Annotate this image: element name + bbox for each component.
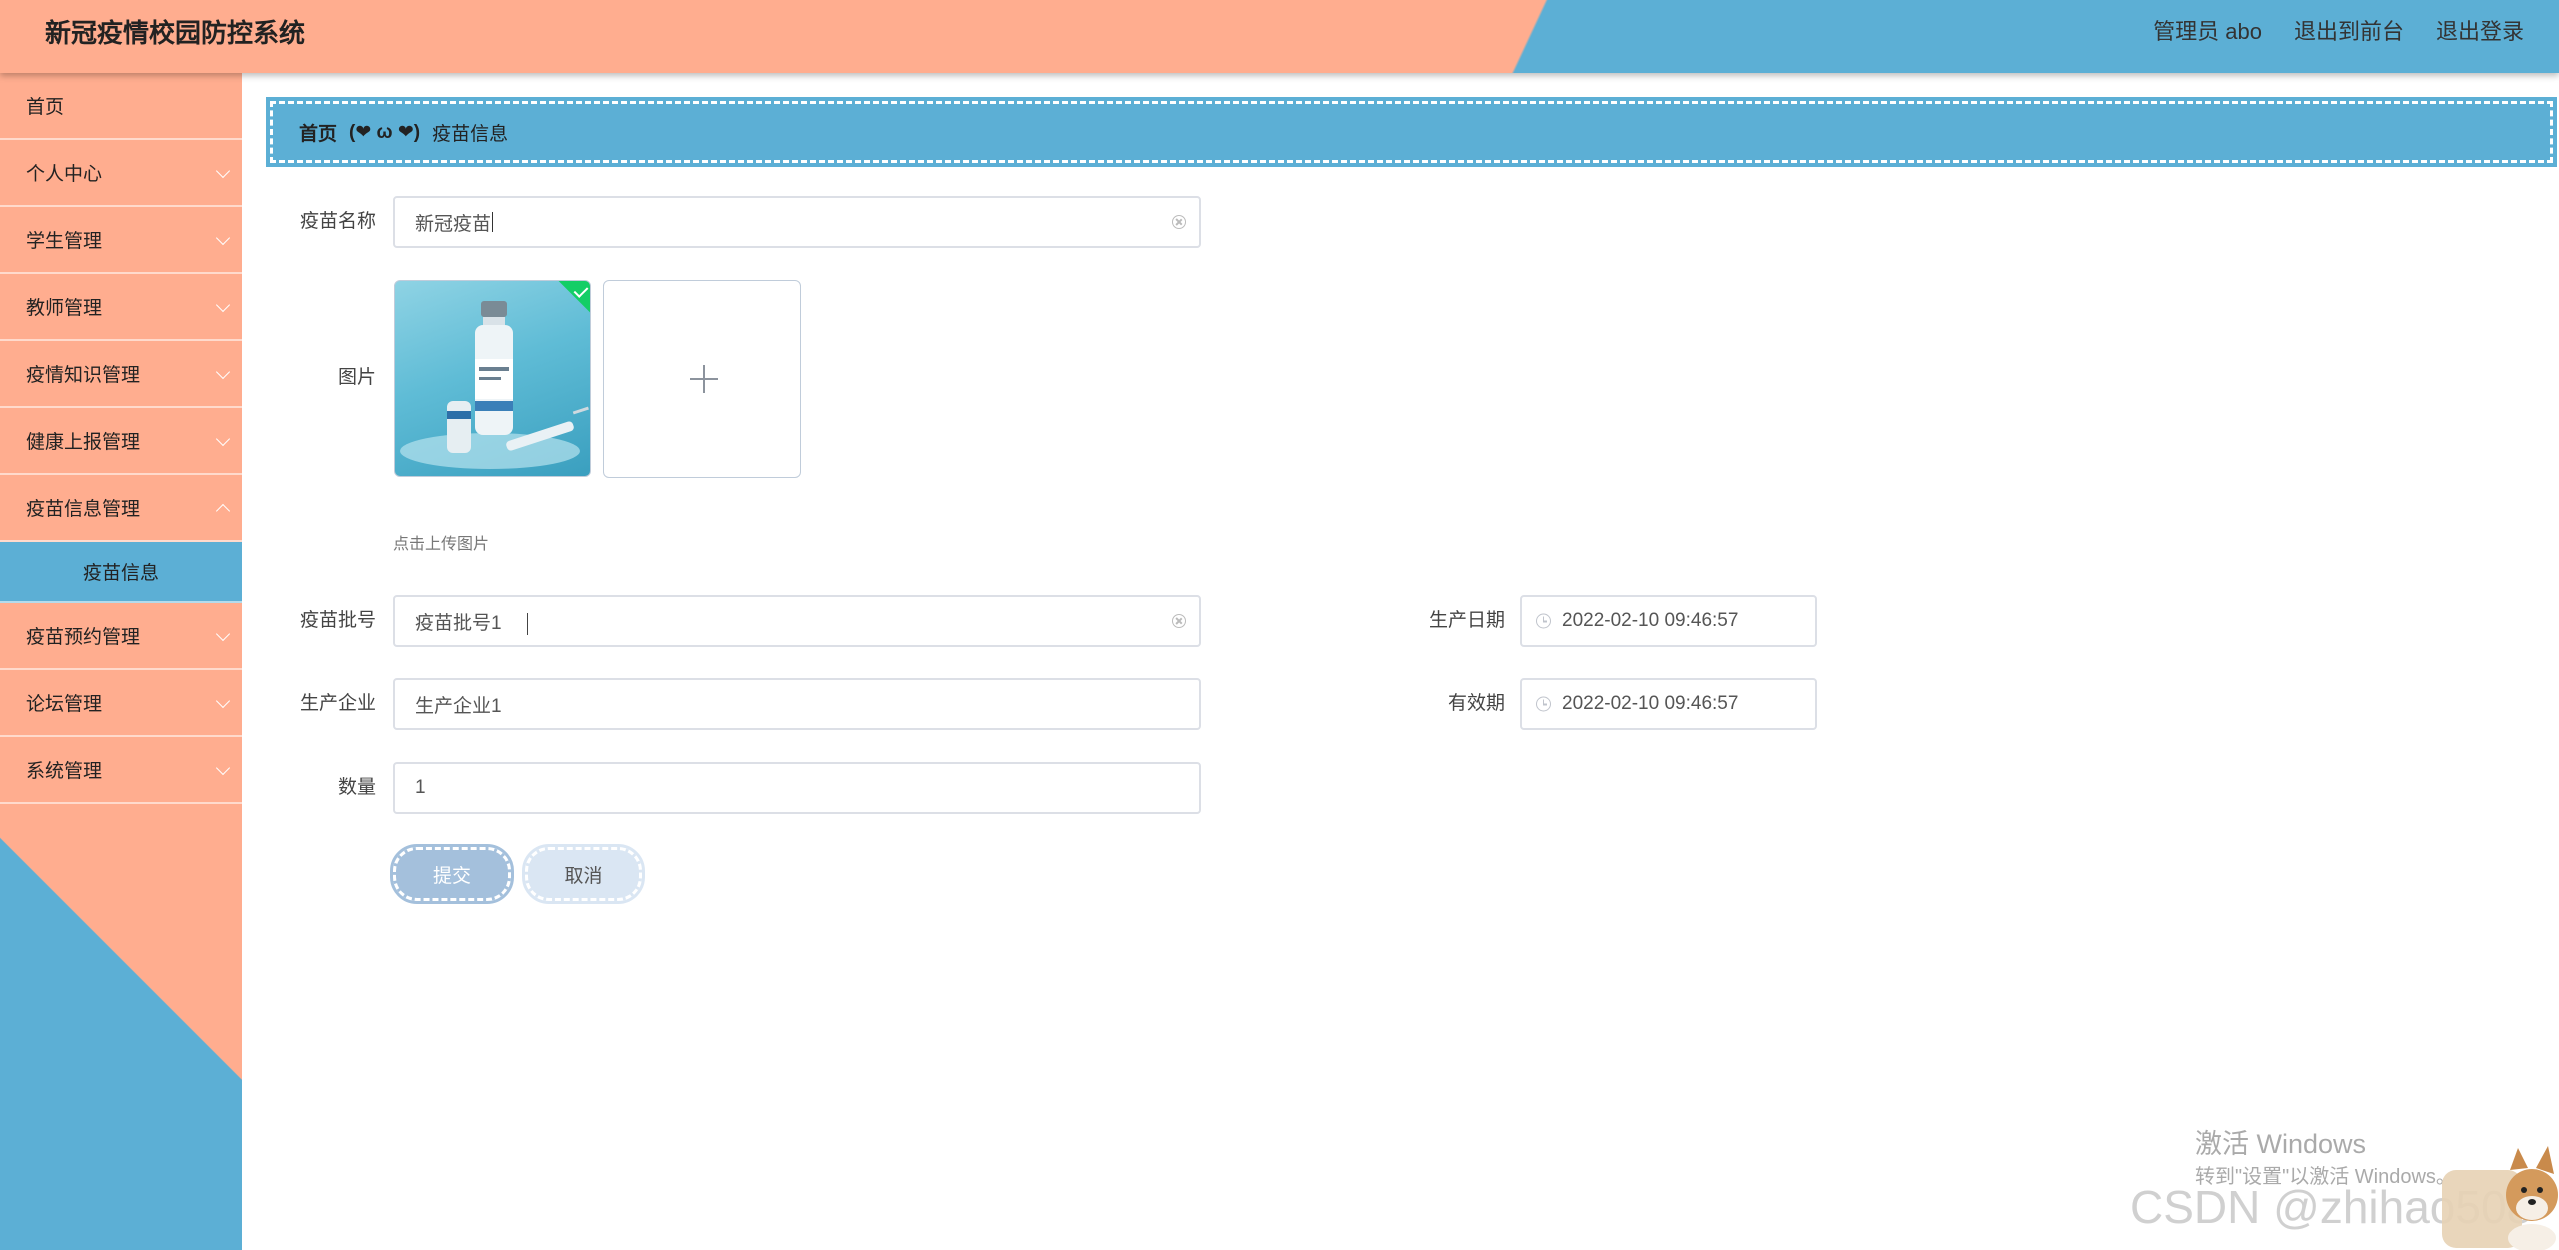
manufacturer-value: 生产企业1 xyxy=(415,695,502,717)
plus-icon-vertical xyxy=(703,365,705,393)
breadcrumb-separator: (❤ ω ❤) xyxy=(349,121,421,143)
quantity-label: 数量 xyxy=(337,777,376,798)
production-date-value: 2022-02-10 09:46:57 xyxy=(1562,610,1739,631)
quantity-value: 1 xyxy=(415,777,426,798)
windows-activation-watermark: 激活 Windows xyxy=(2195,1129,2367,1159)
logout-link[interactable]: 退出登录 xyxy=(2436,16,2524,48)
sidebar-item-teacher-management[interactable]: 教师管理 xyxy=(0,274,242,341)
sidebar-item-label: 疫苗预约管理 xyxy=(26,627,141,648)
vaccine-vial-image xyxy=(400,301,589,469)
app-title: 新冠疫情校园防控系统 xyxy=(45,18,306,48)
sidebar-subitem-vaccine-info[interactable]: 疫苗信息 xyxy=(0,542,242,603)
top-header: 新冠疫情校园防控系统 管理员 abo 退出到前台 退出登录 xyxy=(0,0,2559,73)
batch-number-label: 疫苗批号 xyxy=(299,610,376,631)
chevron-down-icon xyxy=(215,693,231,708)
image-label: 图片 xyxy=(337,367,376,388)
sidebar-item-epidemic-knowledge[interactable]: 疫情知识管理 xyxy=(0,341,242,408)
text-caret xyxy=(492,212,494,232)
mascot-dog-image xyxy=(2442,1146,2558,1250)
sidebar-item-label: 学生管理 xyxy=(26,231,103,252)
admin-user: 管理员 abo xyxy=(2153,19,2262,44)
chevron-down-icon xyxy=(215,297,231,312)
chevron-down-icon xyxy=(215,626,231,641)
expiry-date-label: 有效期 xyxy=(1447,693,1505,714)
vaccine-name-label: 疫苗名称 xyxy=(299,211,376,232)
submit-button[interactable]: 提交 xyxy=(390,844,514,904)
sidebar-item-label: 系统管理 xyxy=(26,761,103,782)
sidebar-item-forum-management[interactable]: 论坛管理 xyxy=(0,670,242,737)
clear-icon[interactable] xyxy=(1172,215,1186,229)
uploaded-image-thumbnail[interactable] xyxy=(394,280,591,477)
production-date-label: 生产日期 xyxy=(1428,610,1505,631)
sidebar-item-label: 教师管理 xyxy=(26,298,103,319)
sidebar-item-label: 首页 xyxy=(26,97,65,118)
clear-icon[interactable] xyxy=(1172,614,1186,628)
expiry-date-value: 2022-02-10 09:46:57 xyxy=(1562,693,1739,714)
upload-tip: 点击上传图片 xyxy=(393,536,490,553)
chevron-down-icon xyxy=(215,760,231,775)
vaccine-name-input[interactable]: 新冠疫苗 xyxy=(393,196,1201,248)
breadcrumb: 首页 (❤ ω ❤) 疫苗信息 xyxy=(266,97,2557,167)
sidebar-item-label: 疫苗信息管理 xyxy=(26,499,141,520)
sidebar: 首页 个人中心 学生管理 教师管理 疫情知识管理 健康上报管理 疫苗信息管理 疫… xyxy=(0,73,242,1250)
chevron-down-icon xyxy=(215,431,231,446)
sidebar-item-label: 个人中心 xyxy=(26,164,103,185)
clock-icon xyxy=(1536,613,1551,629)
breadcrumb-home[interactable]: 首页 xyxy=(299,119,337,146)
sidebar-item-student-management[interactable]: 学生管理 xyxy=(0,207,242,274)
sidebar-item-label: 疫苗信息 xyxy=(82,563,159,584)
vaccine-name-value: 新冠疫苗 xyxy=(415,213,492,235)
chevron-up-icon xyxy=(215,503,231,518)
image-upload-button[interactable] xyxy=(603,280,801,478)
cancel-button[interactable]: 取消 xyxy=(522,844,645,904)
batch-number-value: 疫苗批号1 xyxy=(415,612,502,634)
manufacturer-label: 生产企业 xyxy=(299,693,376,714)
quantity-input[interactable]: 1 xyxy=(393,762,1201,814)
exit-to-front-link[interactable]: 退出到前台 xyxy=(2294,16,2404,48)
production-date-picker[interactable]: 2022-02-10 09:46:57 xyxy=(1520,595,1817,647)
mouse-text-cursor xyxy=(527,613,530,635)
expiry-date-picker[interactable]: 2022-02-10 09:46:57 xyxy=(1520,678,1817,730)
sidebar-item-personal-center[interactable]: 个人中心 xyxy=(0,140,242,207)
manufacturer-input[interactable]: 生产企业1 xyxy=(393,678,1201,730)
batch-number-input[interactable]: 疫苗批号1 xyxy=(393,595,1201,647)
header-actions: 管理员 abo 退出到前台 退出登录 xyxy=(2153,16,2524,48)
sidebar-item-label: 疫情知识管理 xyxy=(26,365,141,386)
sidebar-item-label: 论坛管理 xyxy=(26,694,103,715)
clock-icon xyxy=(1536,696,1551,712)
sidebar-item-health-report[interactable]: 健康上报管理 xyxy=(0,408,242,475)
chevron-down-icon xyxy=(215,230,231,245)
sidebar-item-vaccine-info-management[interactable]: 疫苗信息管理 xyxy=(0,475,242,542)
chevron-down-icon xyxy=(215,364,231,379)
breadcrumb-current: 疫苗信息 xyxy=(432,123,509,145)
chevron-down-icon xyxy=(215,163,231,178)
sidebar-item-vaccine-appointment[interactable]: 疫苗预约管理 xyxy=(0,603,242,670)
sidebar-item-system-management[interactable]: 系统管理 xyxy=(0,737,242,804)
sidebar-item-label: 健康上报管理 xyxy=(26,432,141,453)
sidebar-item-home[interactable]: 首页 xyxy=(0,73,242,140)
